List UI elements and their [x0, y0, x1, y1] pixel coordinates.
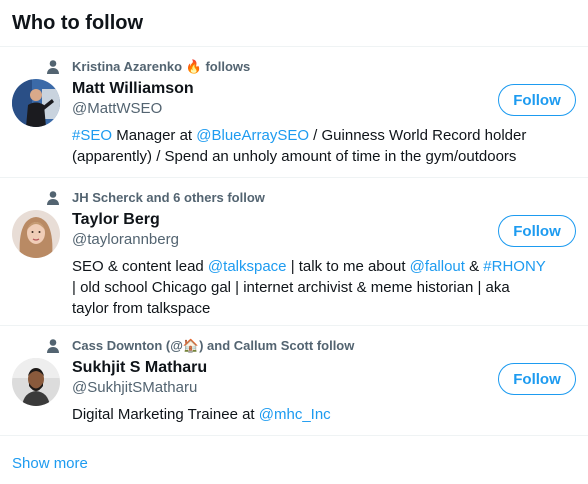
user-bio: Digital Marketing Trainee at @mhc_Inc [72, 404, 576, 425]
person-icon [46, 59, 60, 75]
panel-title: Who to follow [0, 0, 588, 47]
follow-button[interactable]: Follow [498, 215, 576, 247]
social-context-text: Cass Downton (@🏠) and Callum Scott follo… [72, 338, 355, 353]
social-context: JH Scherck and 6 others follow [47, 190, 576, 206]
bio-mention-link[interactable]: @fallout [410, 258, 465, 275]
social-context-text: JH Scherck and 6 others follow [72, 190, 265, 205]
avatar[interactable] [12, 358, 60, 406]
suggestion-card-taylor-berg[interactable]: JH Scherck and 6 others follow Taylor Be… [0, 178, 588, 326]
avatar[interactable] [12, 210, 60, 258]
bio-mention-link[interactable]: @mhc_Inc [259, 406, 331, 423]
bio-text: | old school Chicago gal | internet arch… [72, 279, 510, 317]
person-icon [46, 190, 60, 206]
social-context: Kristina Azarenko 🔥 follows [47, 59, 576, 75]
bio-text: SEO & content lead [72, 258, 208, 275]
show-more-link[interactable]: Show more [12, 455, 88, 472]
bio-mention-link[interactable]: @BlueArraySEO [196, 127, 309, 144]
user-bio: SEO & content lead @talkspace | talk to … [72, 256, 576, 319]
person-icon [46, 338, 60, 354]
social-context-text: Kristina Azarenko 🔥 follows [72, 59, 251, 74]
bio-mention-link[interactable]: @talkspace [208, 258, 287, 275]
follow-button[interactable]: Follow [498, 363, 576, 395]
bio-text: | talk to me about [286, 258, 410, 275]
follow-button[interactable]: Follow [498, 84, 576, 116]
social-context: Cass Downton (@🏠) and Callum Scott follo… [47, 338, 576, 354]
who-to-follow-panel: Who to follow Kristina Azarenko 🔥 follow… [0, 0, 588, 484]
bio-text: Manager at [112, 127, 197, 144]
avatar[interactable] [12, 79, 60, 127]
bio-text: Digital Marketing Trainee at [72, 406, 259, 423]
suggestion-card-matt-williamson[interactable]: Kristina Azarenko 🔥 follows Matt William… [0, 47, 588, 178]
suggestion-card-sukhjit-s-matharu[interactable]: Cass Downton (@🏠) and Callum Scott follo… [0, 326, 588, 436]
bio-text: & [464, 258, 484, 275]
user-bio: #SEO Manager at @BlueArraySEO / Guinness… [72, 125, 576, 167]
bio-hashtag-link[interactable]: #SEO [72, 127, 112, 144]
bio-hashtag-link[interactable]: #RHONY [483, 258, 545, 275]
